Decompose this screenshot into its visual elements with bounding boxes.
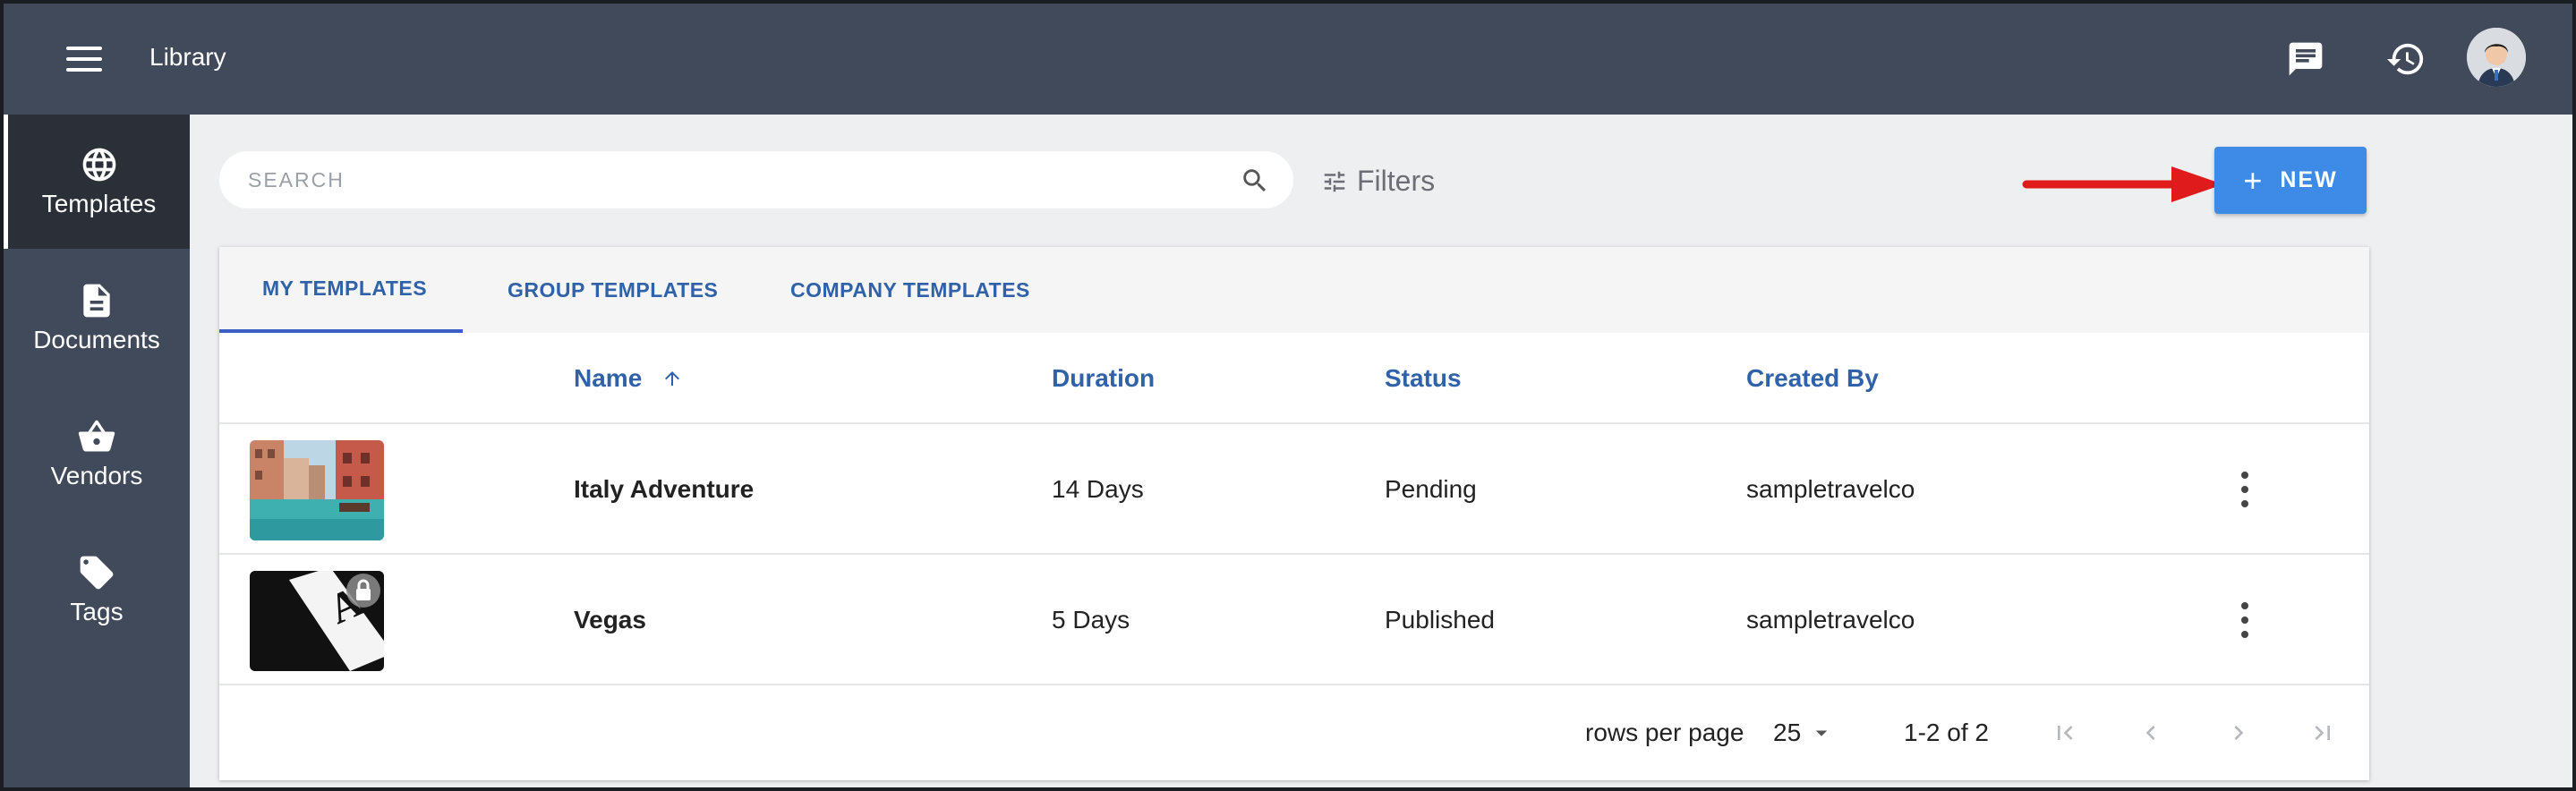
template-duration: 14 Days: [1052, 475, 1144, 503]
column-header-duration[interactable]: Duration: [1052, 333, 1155, 424]
pagination-bar: rows per page 25 1-2 of 2: [219, 685, 2369, 780]
search-bar: [219, 151, 1293, 208]
chat-icon[interactable]: [2282, 36, 2329, 82]
template-created-by: sampletravelco: [1746, 606, 1915, 634]
globe-icon: [82, 148, 115, 182]
template-thumbnail: A: [250, 571, 384, 671]
search-icon[interactable]: [1240, 166, 1270, 196]
template-name[interactable]: Vegas: [574, 555, 646, 685]
basket-icon: [78, 420, 115, 452]
sidebar-item-label: Templates: [41, 190, 157, 217]
filters-label: Filters: [1357, 165, 1436, 197]
sidebar-item-vendors[interactable]: Vendors: [4, 387, 190, 521]
previous-page-icon[interactable]: [2137, 719, 2165, 747]
column-header-name[interactable]: Name: [574, 333, 683, 424]
template-duration: 5 Days: [1052, 606, 1130, 634]
sidebar-item-documents[interactable]: Documents: [4, 251, 190, 385]
table-row[interactable]: Italy Adventure 14 Days Pending sampletr…: [219, 424, 2369, 555]
tune-icon: [1324, 171, 1345, 191]
dropdown-arrow-icon: [1815, 730, 1828, 736]
first-page-icon[interactable]: [2051, 719, 2079, 747]
plus-icon: +: [2243, 161, 2265, 199]
rows-per-page-select[interactable]: 25: [1773, 685, 1835, 780]
sort-ascending-icon[interactable]: [661, 368, 683, 389]
new-button-label: NEW: [2280, 167, 2338, 192]
sidebar-item-label: Documents: [33, 326, 160, 353]
tab-company-templates[interactable]: COMPANY TEMPLATES: [790, 247, 1030, 333]
pagination-range: 1-2 of 2: [1904, 719, 1989, 746]
tab-my-templates[interactable]: MY TEMPLATES: [219, 247, 463, 333]
page-title: Library: [149, 43, 226, 71]
history-icon[interactable]: [2383, 36, 2429, 82]
tab-group-templates[interactable]: GROUP TEMPLATES: [508, 247, 718, 333]
template-thumbnail: [250, 440, 384, 540]
sidebar: Templates Documents Vendors Tags: [4, 115, 190, 787]
tag-icon: [80, 556, 114, 590]
template-status: Published: [1385, 606, 1495, 634]
template-created-by: sampletravelco: [1746, 475, 1915, 503]
column-header-created-by[interactable]: Created By: [1746, 333, 1879, 424]
sidebar-item-label: Tags: [70, 598, 124, 625]
menu-icon[interactable]: [66, 47, 102, 72]
sidebar-item-tags[interactable]: Tags: [4, 523, 190, 657]
annotation-arrow-icon: [2022, 166, 2223, 202]
templates-card: MY TEMPLATES GROUP TEMPLATES COMPANY TEM…: [219, 247, 2369, 780]
app-window: Library Templates Documents Vendors Tags…: [0, 0, 2576, 791]
tab-bar: MY TEMPLATES GROUP TEMPLATES COMPANY TEM…: [219, 247, 2369, 333]
rows-per-page-label: rows per page: [1585, 719, 1744, 746]
top-bar: Library: [4, 4, 2572, 115]
avatar[interactable]: [2467, 28, 2526, 87]
template-status: Pending: [1385, 475, 1477, 503]
more-options-icon[interactable]: [2236, 602, 2254, 638]
table-header: Name Duration Status Created By: [219, 333, 2369, 424]
last-page-icon[interactable]: [2308, 719, 2337, 747]
filters-button[interactable]: Filters: [1321, 165, 1435, 198]
next-page-icon[interactable]: [2224, 719, 2253, 747]
document-icon: [83, 284, 110, 318]
sidebar-item-label: Vendors: [50, 462, 143, 489]
table-row[interactable]: A Vegas 5 Days Published sampletravelco: [219, 555, 2369, 685]
search-input[interactable]: [248, 151, 1215, 208]
more-options-icon[interactable]: [2236, 472, 2254, 507]
new-template-button[interactable]: + NEW: [2214, 147, 2367, 214]
sidebar-item-templates[interactable]: Templates: [4, 115, 190, 249]
template-name[interactable]: Italy Adventure: [574, 424, 754, 555]
column-header-status[interactable]: Status: [1385, 333, 1462, 424]
